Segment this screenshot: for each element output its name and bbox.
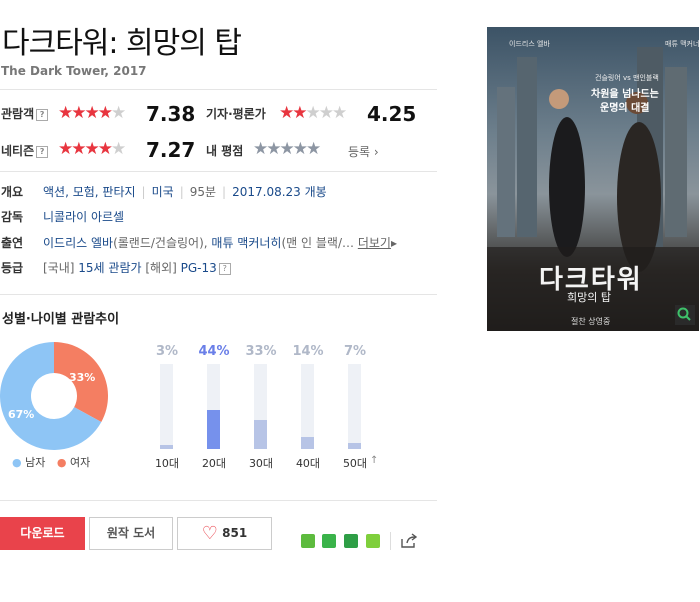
netizen-rating-label: 네티즌? [1, 142, 49, 159]
age-percent-label: 14% [292, 344, 324, 359]
memo-share-icon[interactable] [366, 534, 380, 548]
age-percent-label: 3% [155, 344, 179, 359]
audience-stars: ★★★★★ [58, 103, 126, 123]
age-label: 50대 [342, 457, 368, 470]
gender-legend: ● 남자 ● 여자 [12, 454, 90, 470]
like-button[interactable]: ♡ 851 [177, 517, 272, 550]
gender-donut-chart [0, 342, 108, 450]
share-icon[interactable] [400, 533, 418, 549]
audience-rating-label: 관람객? [1, 105, 49, 122]
age-bar-track [254, 364, 267, 449]
release-date-link[interactable]: 2017.08.23 개봉 [232, 185, 327, 199]
age-percent-label: 7% [343, 344, 367, 359]
movie-subtitle: The Dark Tower, 2017 [1, 64, 147, 78]
director-label: 감독 [1, 210, 24, 224]
genre-link[interactable]: 액션, 모험, 판타지 [43, 185, 136, 199]
help-icon[interactable]: ? [36, 109, 49, 121]
heart-icon: ♡ [201, 523, 218, 544]
cast-more-link[interactable]: 더보기 [358, 236, 391, 250]
arrow-up-icon: ↑ [370, 455, 379, 466]
download-button[interactable]: 다운로드 [0, 517, 85, 550]
age-label: 40대 [295, 457, 321, 470]
register-rating-link[interactable]: 등록 › [348, 143, 379, 160]
my-rating-stars[interactable]: ★★★★★ [253, 139, 321, 159]
help-icon[interactable]: ? [218, 263, 231, 275]
rating-grade-value: [국내] 15세 관람가 [해외] PG-13? [43, 259, 231, 276]
divider [390, 532, 391, 550]
age-bar-track [207, 364, 220, 449]
age-bar [301, 437, 314, 449]
country-link[interactable]: 미국 [152, 185, 174, 199]
grade-link[interactable]: 15세 관람가 [78, 261, 141, 275]
overview-value: 액션, 모험, 판타지 | 미국 | 95분 | 2017.08.23 개봉 [43, 185, 327, 199]
male-legend-label: 남자 [25, 456, 46, 469]
cast-label: 출연 [1, 236, 24, 250]
cast-link[interactable]: 매튜 맥커너히 [211, 236, 281, 250]
audience-score: 7.38 [146, 102, 196, 126]
movie-poster[interactable]: 이드리스 엘바 매튜 맥커너히 건슬링어 vs 맨인블랙 차원을 넘나드는 운명… [487, 27, 699, 331]
help-icon[interactable]: ? [36, 146, 49, 158]
critic-stars: ★★★★★ [279, 103, 347, 123]
male-legend-dot: ● [12, 456, 22, 469]
age-bar-track [301, 364, 314, 449]
bookmark-share-icon[interactable] [344, 534, 358, 548]
critic-score: 4.25 [367, 102, 417, 126]
demographics-title: 성별·나이별 관람추이 [2, 312, 120, 327]
age-percent-label: 33% [245, 344, 277, 359]
critic-rating-label: 기자·평론가 [206, 107, 266, 121]
divider [0, 171, 437, 172]
divider [0, 89, 437, 90]
age-label: 30대 [248, 457, 274, 470]
zoom-icon[interactable] [675, 305, 695, 325]
cast-link[interactable]: 이드리스 엘바 [43, 236, 113, 250]
male-percent-label: 67% [8, 408, 35, 421]
runtime: 95분 [189, 185, 217, 199]
netizen-stars: ★★★★★ [58, 139, 126, 159]
age-bar [254, 420, 267, 449]
age-bar-track [348, 364, 361, 449]
movie-title: 다크타워: 희망의 탑 [2, 26, 242, 61]
director-link[interactable]: 니콜라이 아르셀 [43, 208, 124, 225]
rating-grade-label: 등급 [1, 261, 24, 275]
age-label: 20대 [201, 457, 227, 470]
age-percent-label: 44% [198, 344, 230, 359]
female-legend-dot: ● [56, 456, 67, 469]
cafe-share-icon[interactable] [322, 534, 336, 548]
divider [0, 294, 437, 295]
age-bar [348, 443, 361, 449]
female-percent-label: 33% [69, 371, 96, 384]
like-count: 851 [222, 526, 248, 540]
cast-value: 이드리스 엘바(롤랜드/건슬링어), 매튜 맥커너히(맨 인 블랙/… 더보기▸ [43, 236, 397, 250]
my-rating-label: 내 평점 [206, 144, 244, 158]
grade-link[interactable]: PG-13 [181, 261, 217, 275]
original-book-button[interactable]: 원작 도서 [89, 517, 173, 550]
age-bar-track [160, 364, 173, 449]
age-bar [160, 445, 173, 449]
age-bar [207, 410, 220, 449]
female-legend-label: 여자 [69, 456, 91, 469]
age-label: 10대 [154, 457, 180, 470]
overview-label: 개요 [1, 185, 24, 199]
divider [0, 500, 437, 501]
blog-share-icon[interactable] [301, 534, 315, 548]
netizen-score: 7.27 [146, 138, 196, 162]
